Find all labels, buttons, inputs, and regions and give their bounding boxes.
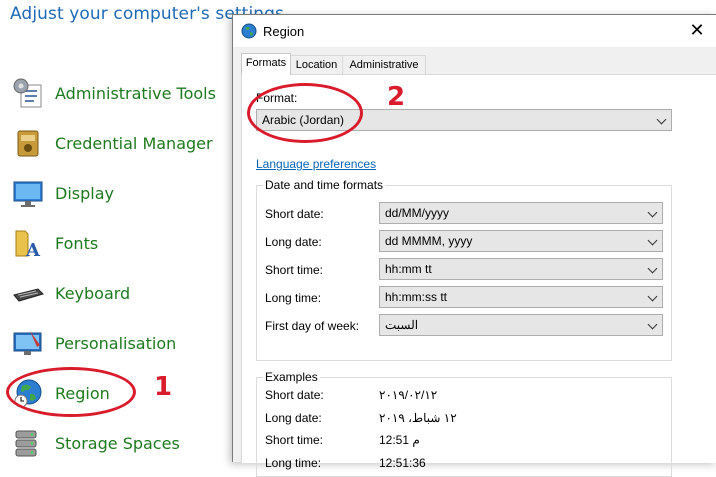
region-dialog: Region ✕ Formats Location Administrative… — [232, 14, 716, 477]
short-date-dropdown[interactable]: dd/MM/yyyy — [379, 202, 663, 224]
group-title: Date and time formats — [263, 178, 386, 192]
fonts-icon: A — [12, 227, 44, 261]
examples-group: Examples Short date: ٢٠١٩/٠٢/١٢ Long dat… — [256, 370, 672, 477]
long-date-dropdown[interactable]: dd MMMM, yyyy — [379, 230, 663, 252]
tab-formats[interactable]: Formats — [241, 53, 291, 75]
tab-administrative[interactable]: Administrative — [342, 55, 426, 75]
dialog-titlebar[interactable]: Region ✕ — [233, 15, 716, 47]
keyboard-icon — [12, 277, 44, 309]
formats-panel: Format: Arabic (Jordan) Language prefere… — [241, 74, 716, 477]
cp-item-keyboard[interactable]: Keyboard — [12, 273, 232, 313]
dropdown-value: dd MMMM, yyyy — [385, 234, 473, 248]
cp-item-label: Administrative Tools — [55, 83, 216, 103]
example-long-date-label: Long date: — [265, 411, 322, 425]
format-dropdown-value: Arabic (Jordan) — [262, 113, 345, 127]
example-long-time-label: Long time: — [265, 456, 322, 470]
cp-item-label: Fonts — [55, 233, 99, 253]
example-short-time-label: Short time: — [265, 433, 324, 447]
cp-item-label: Storage Spaces — [55, 433, 180, 453]
short-date-label: Short date: — [265, 207, 324, 221]
tab-location[interactable]: Location — [289, 55, 344, 75]
storage-spaces-icon — [12, 427, 44, 459]
chevron-down-icon — [647, 319, 658, 330]
first-day-of-week-label: First day of week: — [265, 319, 360, 333]
format-dropdown[interactable]: Arabic (Jordan) — [256, 109, 672, 131]
annotation-step-2: 2 — [387, 82, 406, 112]
dropdown-value: dd/MM/yyyy — [385, 206, 450, 220]
cp-item-label: Display — [55, 183, 114, 203]
cp-item-personalisation[interactable]: Personalisation — [12, 323, 232, 363]
cp-item-administrative-tools[interactable]: Administrative Tools — [12, 73, 232, 113]
cp-item-label: Keyboard — [55, 283, 131, 303]
short-time-label: Short time: — [265, 263, 324, 277]
cp-item-region[interactable]: Region — [12, 373, 232, 413]
example-long-time-value: 12:51:36 — [379, 456, 426, 470]
group-title: Examples — [263, 370, 320, 384]
cp-item-label: Region — [55, 383, 110, 403]
cp-item-display[interactable]: Display — [12, 173, 232, 213]
dialog-title: Region — [263, 24, 305, 39]
cp-item-fonts[interactable]: A Fonts — [12, 223, 232, 263]
language-preferences-link[interactable]: Language preferences — [256, 157, 376, 171]
example-long-date-value: ١٢ شباط، ٢٠١٩ — [379, 411, 457, 425]
dropdown-value: hh:mm tt — [385, 262, 432, 276]
short-time-dropdown[interactable]: hh:mm tt — [379, 258, 663, 280]
dropdown-value: السبت — [385, 318, 419, 332]
example-short-time-value: 12:51 م — [379, 433, 420, 447]
region-globe-icon — [12, 377, 44, 409]
chevron-down-icon — [647, 291, 658, 302]
credential-manager-icon — [12, 127, 44, 159]
cp-item-label: Personalisation — [55, 333, 177, 353]
chevron-down-icon — [647, 263, 658, 274]
svg-text:A: A — [25, 240, 41, 259]
format-label: Format: — [256, 91, 298, 105]
annotation-step-1: 1 — [154, 372, 173, 402]
long-date-label: Long date: — [265, 235, 322, 249]
chevron-down-icon — [647, 235, 658, 246]
example-short-date-label: Short date: — [265, 388, 324, 402]
personalisation-icon — [12, 327, 44, 359]
cp-item-label: Credential Manager — [55, 133, 213, 153]
admin-tools-icon — [12, 77, 44, 109]
long-time-label: Long time: — [265, 291, 322, 305]
dropdown-value: hh:mm:ss tt — [385, 290, 448, 304]
chevron-down-icon — [647, 207, 658, 218]
date-time-formats-group: Date and time formats Short date: dd/MM/… — [256, 178, 672, 361]
cp-item-storage-spaces[interactable]: Storage Spaces — [12, 423, 232, 463]
example-short-date-value: ٢٠١٩/٠٢/١٢ — [379, 388, 438, 402]
region-globe-icon — [241, 23, 257, 39]
cp-item-credential-manager[interactable]: Credential Manager — [12, 123, 232, 163]
close-icon[interactable]: ✕ — [687, 20, 707, 40]
long-time-dropdown[interactable]: hh:mm:ss tt — [379, 286, 663, 308]
display-icon — [12, 177, 44, 209]
first-day-of-week-dropdown[interactable]: السبت — [379, 314, 663, 336]
chevron-down-icon — [656, 114, 667, 125]
